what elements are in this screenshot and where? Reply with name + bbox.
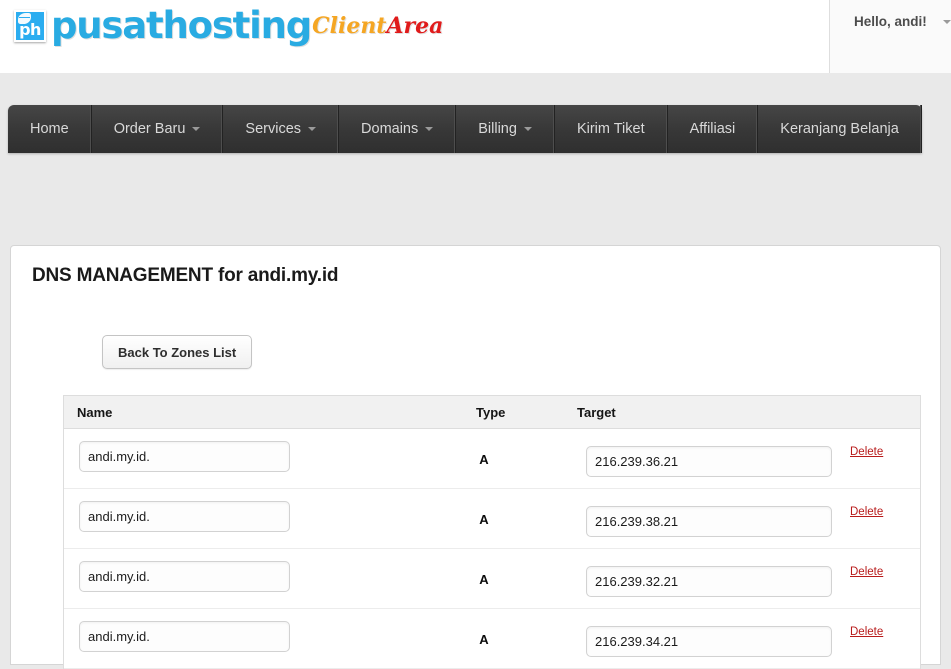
table-body: ADeleteADeleteADeleteADelete <box>64 429 920 669</box>
nav-item-kirim-tiket[interactable]: Kirim Tiket <box>555 105 668 153</box>
nav-item-label: Services <box>245 121 302 137</box>
record-target-input[interactable] <box>586 566 832 597</box>
record-type: A <box>479 452 489 467</box>
back-to-zones-list-button[interactable]: Back To Zones List <box>102 335 253 369</box>
dns-records-table: Name Type Target ADeleteADeleteADeleteAD… <box>63 395 921 669</box>
delete-record-link[interactable]: Delete <box>850 446 883 458</box>
delete-record-link[interactable]: Delete <box>850 506 883 518</box>
logo-mark-text: ph <box>19 19 41 39</box>
page-body: Home Order Baru Services Domains Billing Kiri… <box>0 73 951 669</box>
nav-item-label: Keranjang Belanja <box>780 121 899 137</box>
record-name-input[interactable] <box>79 501 290 532</box>
record-type: A <box>479 512 489 527</box>
logo-client-text: Client <box>312 12 387 39</box>
delete-record-link[interactable]: Delete <box>850 626 883 638</box>
column-header-name: Name <box>77 405 113 420</box>
record-target-input[interactable] <box>586 506 832 537</box>
record-name-input[interactable] <box>79 561 290 592</box>
nav-item-home[interactable]: Home <box>8 105 92 153</box>
table-row: A Delete <box>64 429 920 489</box>
nav-item-label: Billing <box>478 121 517 137</box>
column-header-target: Target <box>577 405 616 420</box>
nav-item-billing[interactable]: Billing <box>456 105 555 153</box>
column-header-type: Type <box>476 405 506 420</box>
record-target-input[interactable] <box>586 446 832 477</box>
nav-item-affiliasi[interactable]: Affiliasi <box>668 105 759 153</box>
site-logo[interactable]: ph pusathostingClientArea <box>14 4 443 48</box>
nav-item-label: Order Baru <box>113 121 186 137</box>
nav-item-label: Kirim Tiket <box>576 121 645 137</box>
table-row: A Delete <box>64 489 920 549</box>
user-greeting: Hello, andi! <box>854 14 927 29</box>
user-menu[interactable]: Hello, andi! <box>829 0 951 73</box>
record-name-input[interactable] <box>79 441 290 472</box>
delete-record-link[interactable]: Delete <box>850 566 883 578</box>
main-navigation: Home Order Baru Services Domains Billing Kiri… <box>8 105 922 153</box>
site-header: ph pusathostingClientArea Hello, andi! <box>0 0 951 73</box>
nav-item-label: Domains <box>361 121 419 137</box>
nav-item-order-baru[interactable]: Order Baru <box>92 105 224 153</box>
table-header-row: Name Type Target <box>64 396 920 429</box>
record-target-input[interactable] <box>586 626 832 657</box>
record-type: A <box>479 632 489 647</box>
nav-item-label: Affiliasi <box>689 121 736 137</box>
chevron-down-icon <box>308 127 317 131</box>
logo-wordmark: pusathosting <box>51 4 312 47</box>
nav-item-keranjang-belanja[interactable]: Keranjang Belanja <box>758 105 922 153</box>
logo-area-text: Area <box>386 12 444 39</box>
nav-item-domains[interactable]: Domains <box>339 105 457 153</box>
chevron-down-icon <box>425 127 434 131</box>
page-title: DNS MANAGEMENT for andi.my.id <box>32 265 339 286</box>
table-row: A Delete <box>64 609 920 669</box>
nav-item-label: Home <box>30 121 69 137</box>
pusathosting-logo-icon: ph <box>14 9 46 42</box>
record-name-input[interactable] <box>79 621 290 652</box>
nav-item-services[interactable]: Services <box>223 105 340 153</box>
chevron-down-icon <box>943 20 951 24</box>
chevron-down-icon <box>192 127 201 131</box>
content-panel: DNS MANAGEMENT for andi.my.id Back To Zo… <box>10 245 941 669</box>
table-row: ADelete <box>64 549 920 609</box>
chevron-down-icon <box>523 127 532 131</box>
